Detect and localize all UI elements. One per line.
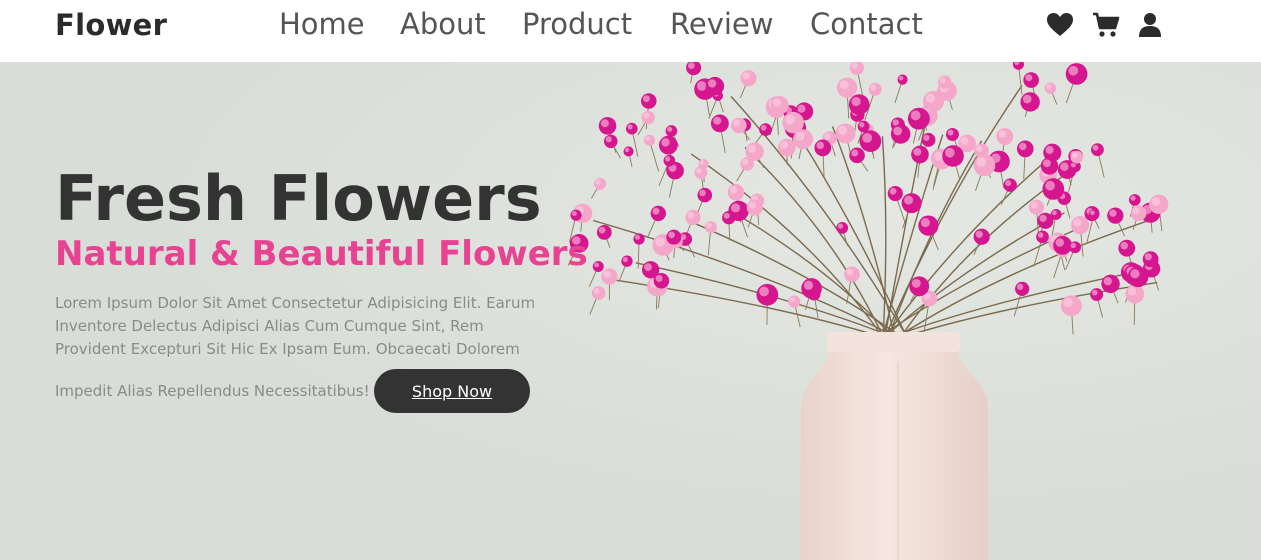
cart-icon[interactable]	[1092, 12, 1120, 42]
vase	[801, 332, 988, 560]
description-line: Provident Excepturi Sit Hic Ex Ipsam Eum…	[55, 340, 520, 358]
nav-home[interactable]: Home	[279, 7, 365, 41]
nav-contact[interactable]: Contact	[810, 7, 923, 41]
hero-title: Fresh Flowers	[55, 162, 542, 235]
hero-subtitle: Natural & Beautiful Flowers	[55, 234, 588, 274]
description-line: Lorem Ipsum Dolor Sit Amet Consectetur A…	[55, 294, 536, 312]
nav-product[interactable]: Product	[522, 7, 632, 41]
nav-review[interactable]: Review	[670, 7, 773, 41]
shop-now-button[interactable]: Shop Now	[374, 369, 530, 413]
description-line: Impedit Alias Repellendus Necessitatibus…	[55, 382, 370, 400]
user-icon[interactable]	[1138, 12, 1162, 42]
header: Flower Home About Product Review Contact	[0, 0, 1261, 62]
nav-about[interactable]: About	[400, 7, 486, 41]
heart-icon[interactable]	[1046, 12, 1074, 42]
logo[interactable]: Flower	[55, 8, 167, 42]
hero-description: Lorem Ipsum Dolor Sit Amet Consectetur A…	[55, 292, 555, 361]
description-line: Inventore Delectus Adipisci Alias Cum Cu…	[55, 317, 484, 335]
hero-section: Fresh Flowers Natural & Beautiful Flower…	[0, 62, 1261, 560]
